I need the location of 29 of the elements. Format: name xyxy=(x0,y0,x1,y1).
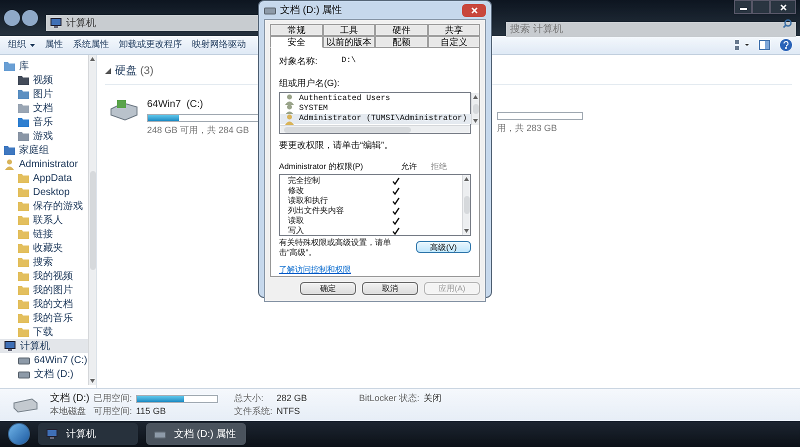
field-value: NTFS xyxy=(276,405,301,418)
drive-space-text: 248 GB 可用，共 284 GB xyxy=(147,124,250,136)
field-value: 115 GB xyxy=(136,405,167,418)
dialog-title: 文档 (D:) 属性 xyxy=(280,4,344,18)
field-value: 282 GB xyxy=(276,392,308,405)
column-header: 拒绝 xyxy=(431,160,448,172)
drive-type: 本地磁盘 xyxy=(50,405,87,418)
field-label: 对象名称: xyxy=(279,55,318,68)
field-value: D:\ xyxy=(342,55,356,67)
permission-name: 列出文件夹内容 xyxy=(288,204,345,216)
hint-text: 有关特殊权限或高级设置，请单击“高级”。 xyxy=(279,238,392,258)
field-label: 文件系统: xyxy=(234,405,272,418)
column-header: 允许 xyxy=(401,160,418,172)
drive-space-text: 用，共 283 GB xyxy=(497,122,558,134)
field-label: 可用空间: xyxy=(93,405,132,418)
field-label: Administrator 的权限(P) xyxy=(279,160,364,172)
permission-name: 修改 xyxy=(288,184,305,196)
field-label: 组或用户名(G): xyxy=(279,76,340,90)
permission-name: 写入 xyxy=(288,224,305,236)
permission-name: 读取 xyxy=(288,214,305,226)
field-label: BitLocker 状态: xyxy=(359,392,420,405)
field-label: 总大小: xyxy=(234,392,264,405)
field-value: 关闭 xyxy=(424,392,442,405)
permission-name: 完全控制 xyxy=(288,174,321,186)
group-title: 硬盘 (3) xyxy=(115,64,154,79)
drive-name: 文档 (D:) xyxy=(50,392,90,405)
hint-text: 要更改权限，请单击“编辑”。 xyxy=(279,139,394,152)
field-label: 已用空间: xyxy=(93,392,132,405)
permission-name: 读取和执行 xyxy=(288,194,329,206)
